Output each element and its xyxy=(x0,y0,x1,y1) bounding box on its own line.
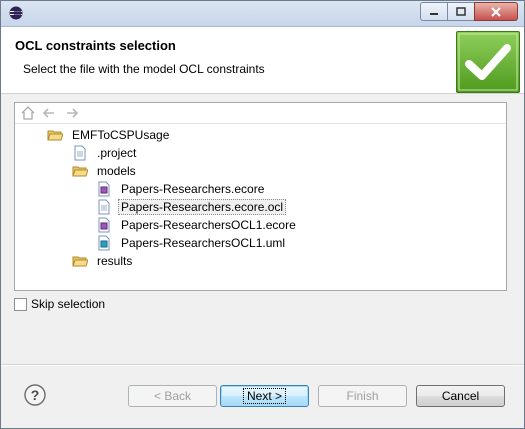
tree-item-label: Papers-Researchers.ecore xyxy=(121,182,265,196)
folder-icon xyxy=(72,256,88,267)
tree-item-label: Papers-ResearchersOCL1.ecore xyxy=(121,218,296,232)
next-button[interactable]: Next > xyxy=(220,385,309,407)
tree-item-label: EMFToCSPUsage xyxy=(72,128,170,142)
tree-item-project[interactable]: .project xyxy=(72,144,139,162)
tree-item-label: Papers-Researchers.ecore.ocl xyxy=(118,199,287,215)
tree-item-ocl1-uml[interactable]: Papers-ResearchersOCL1.uml xyxy=(96,234,288,252)
uml-icon xyxy=(98,235,110,251)
file-tree: EMFToCSPUsage .project models Papers-Res… xyxy=(14,102,507,291)
back-button[interactable]: < Back xyxy=(128,385,217,407)
tree-item-label: .project xyxy=(97,146,137,160)
close-button[interactable] xyxy=(474,2,518,21)
help-icon[interactable]: ? xyxy=(24,384,46,406)
tree-item-models[interactable]: models xyxy=(72,162,139,180)
tree-item-label: models xyxy=(97,164,136,178)
file-icon xyxy=(74,145,86,161)
skip-selection-label: Skip selection xyxy=(31,297,106,311)
checkbox-box[interactable] xyxy=(14,297,27,311)
skip-selection-checkbox[interactable]: Skip selection xyxy=(14,297,105,311)
checkmark-icon xyxy=(456,31,520,93)
close-icon xyxy=(491,6,501,17)
maximize-button[interactable] xyxy=(447,2,475,21)
wizard-header: OCL constraints selection Select the fil… xyxy=(1,27,524,94)
tree-toolbar xyxy=(15,103,506,124)
forward-arrow-icon[interactable] xyxy=(64,106,80,120)
cancel-button[interactable]: Cancel xyxy=(416,385,505,407)
minimize-icon xyxy=(430,12,438,15)
file-icon xyxy=(98,199,110,215)
dialog-window: OCL constraints selection Select the fil… xyxy=(0,0,525,429)
maximize-icon xyxy=(456,7,466,16)
folder-open-icon xyxy=(47,130,63,141)
footer-separator xyxy=(1,364,524,366)
title-bar xyxy=(1,1,524,27)
tree-item-root[interactable]: EMFToCSPUsage xyxy=(47,126,172,144)
svg-text:?: ? xyxy=(31,387,40,403)
home-icon[interactable] xyxy=(20,106,36,120)
ecore-icon xyxy=(98,217,110,233)
minimize-button[interactable] xyxy=(420,2,448,21)
tree-item-label: Papers-ResearchersOCL1.uml xyxy=(121,236,286,250)
tree-item-ocl1-ecore[interactable]: Papers-ResearchersOCL1.ecore xyxy=(96,216,299,234)
page-title: OCL constraints selection xyxy=(15,38,176,53)
folder-open-icon xyxy=(72,166,88,177)
back-arrow-icon[interactable] xyxy=(41,106,57,120)
ecore-icon xyxy=(98,181,110,197)
tree-item-ecore[interactable]: Papers-Researchers.ecore xyxy=(96,180,267,198)
eclipse-icon xyxy=(9,6,23,20)
tree-item-label: results xyxy=(97,254,133,268)
tree-item-results[interactable]: results xyxy=(72,252,135,270)
finish-button[interactable]: Finish xyxy=(318,385,407,407)
page-subtitle: Select the file with the model OCL const… xyxy=(23,62,265,76)
tree-item-ocl-selected[interactable]: Papers-Researchers.ecore.ocl xyxy=(96,198,287,216)
